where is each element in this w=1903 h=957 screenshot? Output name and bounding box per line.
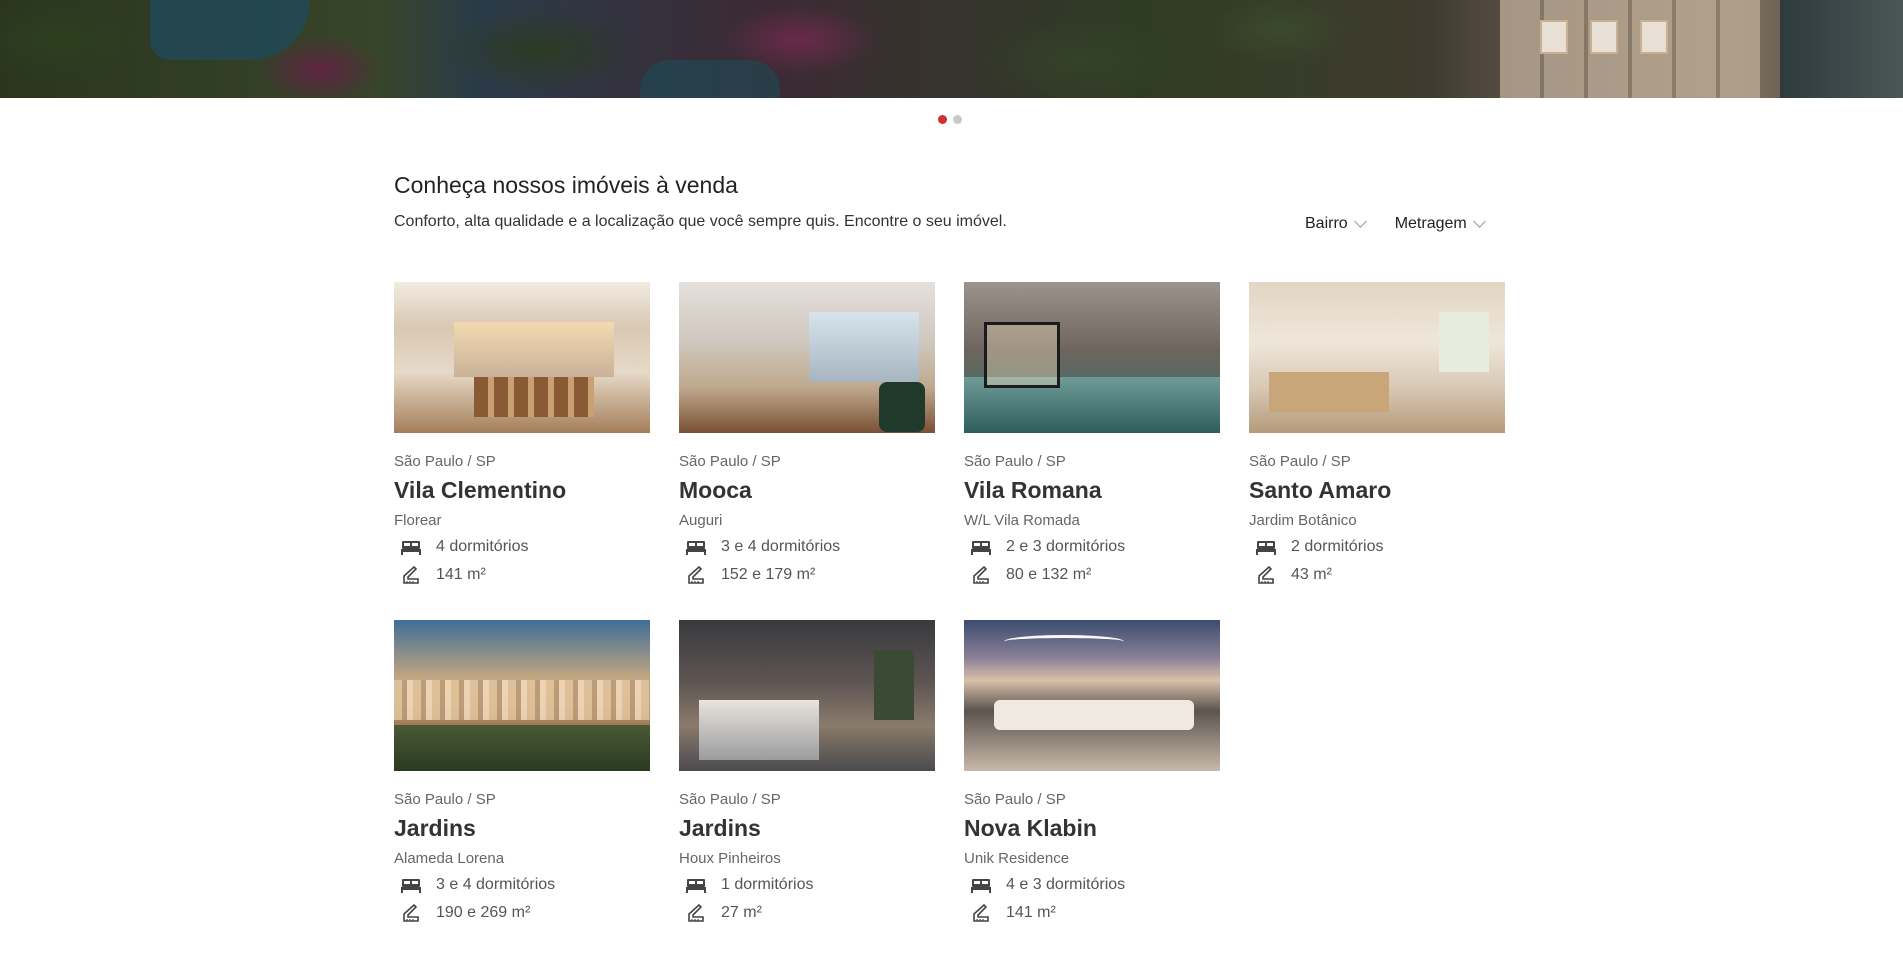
area-text: 141 m² — [1006, 903, 1056, 921]
property-development: Florear — [394, 512, 442, 529]
ruler-icon — [973, 565, 989, 584]
property-development: Unik Residence — [964, 850, 1070, 867]
hero-deck-shape — [1500, 0, 1760, 98]
carousel-dot-2[interactable] — [953, 115, 962, 124]
property-card[interactable]: São Paulo / SP Santo Amaro Jardim Botâni… — [1249, 282, 1505, 596]
property-photo[interactable] — [964, 620, 1220, 771]
bed-icon — [971, 878, 991, 893]
hero-chair-shape — [1640, 20, 1668, 54]
property-card[interactable]: São Paulo / SP Mooca Auguri 3 e 4 dormit… — [679, 282, 935, 596]
property-neighborhood[interactable]: Santo Amaro — [1249, 477, 1505, 504]
ruler-icon — [403, 565, 419, 584]
bedrooms-text: 4 e 3 dormitórios — [1006, 875, 1126, 893]
bed-icon — [971, 540, 991, 555]
property-photo[interactable] — [394, 620, 650, 771]
chevron-down-icon — [1353, 215, 1367, 228]
property-photo[interactable] — [964, 282, 1220, 433]
property-location: São Paulo / SP — [1249, 453, 1351, 470]
bed-icon — [401, 540, 421, 555]
bed-icon — [686, 878, 706, 893]
property-area: 141 m² — [964, 902, 1220, 923]
ruler-icon — [1258, 565, 1274, 584]
area-text: 141 m² — [436, 565, 486, 583]
filter-label: Bairro — [1305, 215, 1348, 232]
section-title: Conheça nossos imóveis à venda — [394, 172, 738, 198]
bedrooms-text: 3 e 4 dormitórios — [436, 875, 556, 893]
property-area: 43 m² — [1249, 564, 1505, 585]
property-bedrooms: 3 e 4 dormitórios — [679, 536, 935, 557]
area-text: 152 e 179 m² — [721, 565, 816, 583]
property-bedrooms: 2 e 3 dormitórios — [964, 536, 1220, 557]
bed-icon — [686, 540, 706, 555]
property-location: São Paulo / SP — [394, 791, 496, 808]
chevron-down-icon — [1472, 215, 1486, 228]
property-photo[interactable] — [394, 282, 650, 433]
property-area: 152 e 179 m² — [679, 564, 935, 585]
ruler-icon — [973, 903, 989, 922]
area-text: 190 e 269 m² — [436, 903, 531, 921]
ruler-icon — [403, 903, 419, 922]
filter-metragem-dropdown[interactable]: Metragem — [1394, 215, 1486, 233]
property-neighborhood[interactable]: Jardins — [394, 815, 650, 842]
property-card[interactable]: São Paulo / SP Nova Klabin Unik Residenc… — [964, 620, 1220, 934]
property-card[interactable]: São Paulo / SP Vila Romana W/L Vila Roma… — [964, 282, 1220, 596]
hero-pool-shape — [150, 0, 310, 60]
property-bedrooms: 1 dormitórios — [679, 874, 935, 895]
hero-banner-image[interactable] — [0, 0, 1903, 98]
property-bedrooms: 2 dormitórios — [1249, 536, 1505, 557]
property-location: São Paulo / SP — [394, 453, 496, 470]
bed-icon — [1256, 540, 1276, 555]
hero-pool-shape-2 — [640, 60, 780, 98]
property-development: Jardim Botânico — [1249, 512, 1357, 529]
bedrooms-text: 4 dormitórios — [436, 537, 529, 555]
property-development: Houx Pinheiros — [679, 850, 781, 867]
hero-chair-shape — [1590, 20, 1618, 54]
property-area: 27 m² — [679, 902, 935, 923]
property-photo[interactable] — [679, 620, 935, 771]
bedrooms-text: 2 dormitórios — [1291, 537, 1384, 555]
property-location: São Paulo / SP — [964, 791, 1066, 808]
area-text: 43 m² — [1291, 565, 1332, 583]
bed-icon — [401, 878, 421, 893]
property-development: Alameda Lorena — [394, 850, 505, 867]
property-area: 190 e 269 m² — [394, 902, 650, 923]
filter-bar: Bairro Metragem — [1305, 215, 1486, 233]
bedrooms-text: 3 e 4 dormitórios — [721, 537, 841, 555]
property-location: São Paulo / SP — [964, 453, 1066, 470]
bedrooms-text: 1 dormitórios — [721, 875, 814, 893]
hero-chair-shape — [1540, 20, 1568, 54]
property-location: São Paulo / SP — [679, 791, 781, 808]
carousel-indicators — [938, 115, 962, 124]
property-bedrooms: 4 dormitórios — [394, 536, 650, 557]
area-text: 27 m² — [721, 903, 762, 921]
ruler-icon — [688, 903, 704, 922]
property-card[interactable]: São Paulo / SP Jardins Alameda Lorena 3 … — [394, 620, 650, 934]
filter-label: Metragem — [1394, 215, 1467, 232]
filter-bairro-dropdown[interactable]: Bairro — [1305, 215, 1367, 233]
property-bedrooms: 4 e 3 dormitórios — [964, 874, 1220, 895]
property-photo[interactable] — [679, 282, 935, 433]
property-development: Auguri — [679, 512, 723, 529]
property-bedrooms: 3 e 4 dormitórios — [394, 874, 650, 895]
property-area: 80 e 132 m² — [964, 564, 1220, 585]
property-neighborhood[interactable]: Vila Clementino — [394, 477, 650, 504]
hero-wall-shape — [1780, 0, 1903, 98]
property-neighborhood[interactable]: Nova Klabin — [964, 815, 1220, 842]
property-card[interactable]: São Paulo / SP Jardins Houx Pinheiros 1 … — [679, 620, 935, 934]
ruler-icon — [688, 565, 704, 584]
property-neighborhood[interactable]: Vila Romana — [964, 477, 1220, 504]
property-development: W/L Vila Romada — [964, 512, 1080, 529]
section-subtitle: Conforto, alta qualidade e a localização… — [394, 213, 1007, 230]
carousel-dot-1[interactable] — [938, 115, 947, 124]
property-area: 141 m² — [394, 564, 650, 585]
property-photo[interactable] — [1249, 282, 1505, 433]
property-card[interactable]: São Paulo / SP Vila Clementino Florear 4… — [394, 282, 650, 596]
property-neighborhood[interactable]: Mooca — [679, 477, 935, 504]
property-neighborhood[interactable]: Jardins — [679, 815, 935, 842]
property-grid: São Paulo / SP Vila Clementino Florear 4… — [394, 282, 1505, 934]
bedrooms-text: 2 e 3 dormitórios — [1006, 537, 1126, 555]
property-location: São Paulo / SP — [679, 453, 781, 470]
area-text: 80 e 132 m² — [1006, 565, 1092, 583]
